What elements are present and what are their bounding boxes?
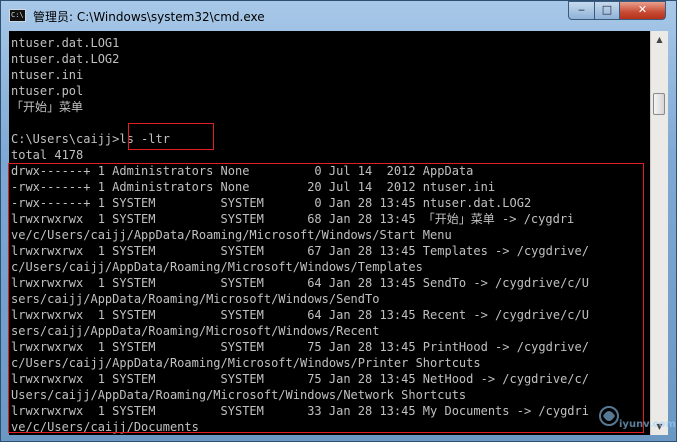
vertical-scrollbar[interactable]: ▲ ▼ [650,31,668,435]
console-line: total 4178 [11,148,84,162]
minimize-button[interactable]: ‒ [568,1,595,20]
scroll-up-arrow-icon[interactable]: ▲ [651,31,668,48]
console-line: ntuser.dat.LOG2 [11,52,120,66]
command-highlight-box [128,123,214,150]
window-title: 管理员: C:\Windows\system32\cmd.exe [33,10,265,24]
output-highlight-box [8,163,644,433]
console-line: 「开始」菜单 [11,100,84,114]
title-bar[interactable]: C:\ 管理员: C:\Windows\system32\cmd.exe ‒ □… [1,1,676,31]
console-line: ntuser.dat.LOG1 [11,36,120,50]
close-button[interactable]: ✕ [619,1,666,20]
site-watermark: iyunv.com [597,398,676,438]
maximize-button[interactable]: □ [594,1,620,20]
cmd-app-icon[interactable]: C:\ [9,9,26,22]
scroll-thumb[interactable] [653,93,665,115]
console-line: ntuser.ini [11,68,84,82]
console-line: ntuser.pol [11,84,84,98]
watermark-text: iyunv.com [619,419,676,430]
